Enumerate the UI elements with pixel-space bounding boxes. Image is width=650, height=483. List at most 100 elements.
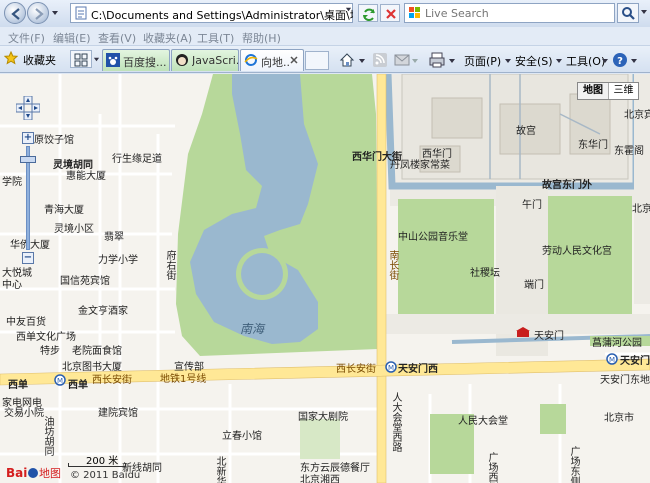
scale-bar xyxy=(68,463,126,467)
subway-station-icon[interactable]: M xyxy=(385,361,397,373)
map-label: 西单 xyxy=(68,380,88,391)
chevron-down-icon[interactable] xyxy=(640,8,648,16)
favorites-label: 收藏夹 xyxy=(23,54,56,67)
tab-map[interactable]: 向地... xyxy=(240,49,304,71)
new-tab-button[interactable] xyxy=(305,51,329,70)
svg-text:M: M xyxy=(609,356,615,364)
tab-label: JavaScri... xyxy=(192,54,238,67)
chevron-down-icon[interactable] xyxy=(358,51,366,69)
forward-button[interactable] xyxy=(27,2,49,24)
baidu-paw-icon xyxy=(106,53,120,67)
stop-button[interactable] xyxy=(380,4,400,22)
map-canvas[interactable]: 原饺子馆 灵境胡同 行生缘足道 惠能大厦 学院 青海大厦 灵境小区 翡翠 华侨大… xyxy=(0,74,650,483)
address-field[interactable]: C:\Documents and Settings\Administrator\… xyxy=(70,3,353,23)
map-label: 力学小学 xyxy=(98,255,138,266)
map-label: 北京宾 xyxy=(624,110,650,121)
tiananmen-landmark-icon[interactable] xyxy=(515,326,531,338)
page-menu-label: 页面(P) xyxy=(464,55,502,68)
home-icon[interactable] xyxy=(338,51,356,69)
svg-text:Bai: Bai xyxy=(6,466,27,480)
tab-javascript[interactable]: JavaScri... xyxy=(171,49,239,71)
rss-icon[interactable] xyxy=(372,51,388,69)
close-icon xyxy=(386,9,396,19)
chevron-down-icon[interactable] xyxy=(93,56,100,63)
map-label: 建院宾馆 xyxy=(98,408,138,419)
chevron-down-icon[interactable] xyxy=(601,51,609,69)
search-input[interactable] xyxy=(425,6,610,20)
zoom-in-button[interactable]: + xyxy=(22,132,34,144)
map-label: 交易小院 xyxy=(4,408,44,419)
refresh-button[interactable] xyxy=(358,4,378,22)
map-label: 中山公园音乐堂 xyxy=(398,232,468,243)
map-label: 国家大剧院 xyxy=(298,412,348,423)
chevron-down-icon[interactable] xyxy=(448,51,456,69)
menu-file[interactable]: 文件(F) xyxy=(8,30,45,46)
pan-control-icon[interactable] xyxy=(16,96,40,120)
menu-help[interactable]: 帮助(H) xyxy=(242,30,281,46)
map-label: 北京税务 xyxy=(632,204,650,215)
map-label: 油坊胡同 xyxy=(42,416,53,456)
map-label: 西单文化广场 xyxy=(16,332,76,343)
zoom-slider-handle[interactable] xyxy=(20,156,36,163)
map-label: 天安门 xyxy=(620,356,650,367)
help-icon[interactable]: ? xyxy=(612,51,628,69)
quick-tabs-button[interactable] xyxy=(70,50,92,68)
chevron-down-icon[interactable] xyxy=(504,51,512,69)
chevron-down-icon[interactable] xyxy=(630,51,638,69)
menu-tools[interactable]: 工具(T) xyxy=(197,30,234,46)
map-label: 东霍阁 xyxy=(614,146,644,157)
mail-icon[interactable] xyxy=(394,51,410,69)
map-label: 北新华街 xyxy=(214,456,225,483)
search-icon xyxy=(622,7,635,20)
map-label: 菖蒲河公园 xyxy=(592,338,642,349)
safety-menu[interactable]: 安全(S) xyxy=(515,51,559,69)
menu-edit[interactable]: 编辑(E) xyxy=(53,30,91,46)
copyright-text: © 2011 Baidu xyxy=(70,470,141,481)
map-label: 地铁1号线 xyxy=(160,374,207,385)
map-label: 广场东侧路 xyxy=(568,446,579,483)
avatar-icon xyxy=(176,54,188,66)
subway-station-icon[interactable]: M xyxy=(606,353,618,365)
chevron-down-icon[interactable] xyxy=(411,51,419,69)
map-label: 青海大厦 xyxy=(44,205,84,216)
map-label: 广场西侧路 xyxy=(486,452,497,483)
map-label: 灵境小区 xyxy=(54,224,94,235)
map-type-map-button[interactable]: 地图 xyxy=(578,83,609,99)
map-label: 天安门 xyxy=(534,331,564,342)
printer-icon[interactable] xyxy=(428,51,446,69)
back-button[interactable] xyxy=(4,2,26,24)
page-menu[interactable]: 页面(P) xyxy=(464,51,508,69)
map-label: 行生缘足道 xyxy=(112,154,162,165)
map-label: 西长安街 xyxy=(336,364,376,375)
map-label: 学院 xyxy=(2,177,22,188)
page-icon xyxy=(75,6,87,20)
search-box[interactable] xyxy=(404,3,615,23)
map-label: 金文亨酒家 xyxy=(78,306,128,317)
map-label: 南长街 xyxy=(387,250,398,280)
map-label: 东华门 xyxy=(578,140,608,151)
search-button[interactable] xyxy=(617,3,639,23)
map-label: 立春小馆 xyxy=(222,431,262,442)
map-label: 西华门 xyxy=(422,149,452,160)
address-text[interactable]: C:\Documents and Settings\Administrator\… xyxy=(91,7,353,23)
close-icon[interactable] xyxy=(289,55,299,65)
grid-icon xyxy=(74,53,88,67)
map-label: 人大会堂西路 xyxy=(390,392,401,452)
address-toolbar: C:\Documents and Settings\Administrator\… xyxy=(0,0,650,27)
menu-favorites[interactable]: 收藏夹(A) xyxy=(143,30,192,46)
map-label: 老院面食馆 xyxy=(72,346,122,357)
chevron-down-icon[interactable] xyxy=(555,51,563,69)
tab-baidu[interactable]: 百度搜... xyxy=(102,49,170,71)
map-type-3d-button[interactable]: 三维 xyxy=(609,83,638,99)
zoom-out-button[interactable]: − xyxy=(22,252,34,264)
subway-station-icon[interactable]: M xyxy=(54,374,66,386)
map-label: 华侨大厦 xyxy=(10,240,50,251)
map-label: 西单 xyxy=(8,380,28,391)
map-label: 人民大会堂 xyxy=(458,416,508,427)
chevron-down-icon[interactable] xyxy=(51,9,59,17)
tab-label: 向地... xyxy=(261,56,291,69)
map-label: 惠能大厦 xyxy=(66,171,106,182)
menu-view[interactable]: 查看(V) xyxy=(98,30,136,46)
chevron-down-icon[interactable] xyxy=(345,6,352,13)
svg-text:M: M xyxy=(388,364,394,372)
